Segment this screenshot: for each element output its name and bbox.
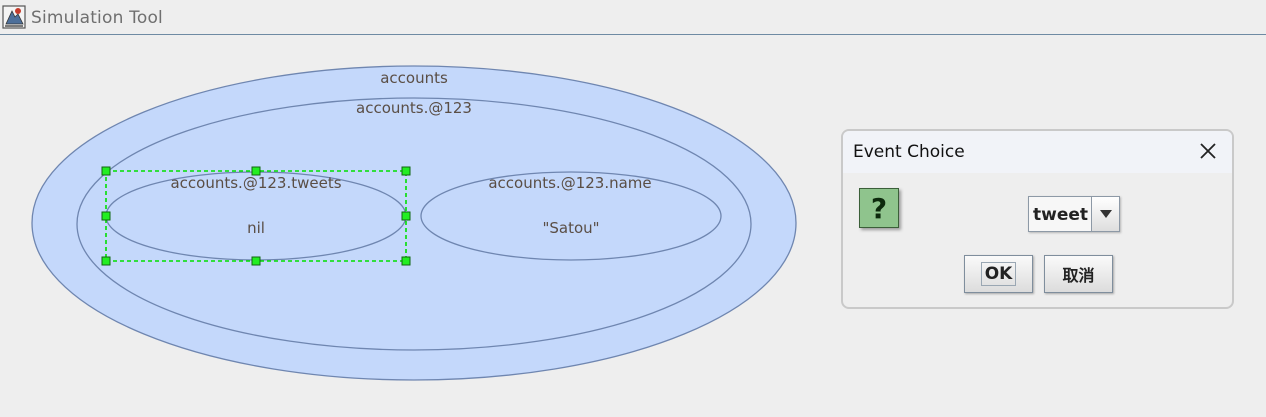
entity-tweets-value: nil: [247, 219, 265, 237]
close-icon[interactable]: [1198, 141, 1218, 161]
dialog-header: Event Choice: [843, 131, 1232, 173]
entity-accounts-label: accounts: [380, 69, 448, 87]
entity-tweets-label: accounts.@123.tweets: [170, 174, 342, 192]
dialog-title: Event Choice: [853, 142, 965, 162]
question-mark-glyph: ?: [871, 193, 887, 223]
event-select[interactable]: tweet: [1028, 196, 1120, 232]
triangle-down-icon[interactable]: [1091, 197, 1119, 231]
ok-button[interactable]: OK: [964, 255, 1033, 293]
svg-text:?: ?: [871, 193, 887, 223]
window-title: Simulation Tool: [31, 8, 163, 28]
cancel-button[interactable]: 取消: [1044, 255, 1113, 293]
resize-handle-e[interactable]: [401, 211, 411, 221]
resize-handle-ne[interactable]: [401, 166, 411, 176]
entity-name-label: accounts.@123.name: [488, 174, 652, 192]
resize-handle-sw[interactable]: [101, 256, 111, 266]
resize-handle-s[interactable]: [251, 256, 261, 266]
question-mark-icon: ?: [859, 188, 899, 228]
entity-name-value: "Satou": [542, 219, 600, 237]
window-titlebar: Simulation Tool: [0, 0, 1266, 35]
ok-button-label: OK: [980, 262, 1017, 286]
event-choice-dialog: Event Choice ? tweet OK 取消: [841, 129, 1234, 309]
resize-handle-nw[interactable]: [101, 166, 111, 176]
resize-handle-w[interactable]: [101, 211, 111, 221]
resize-handle-se[interactable]: [401, 256, 411, 266]
java-app-icon: [2, 5, 26, 29]
entity-accounts-123-label: accounts.@123: [356, 99, 472, 117]
event-select-value: tweet: [1033, 205, 1089, 225]
